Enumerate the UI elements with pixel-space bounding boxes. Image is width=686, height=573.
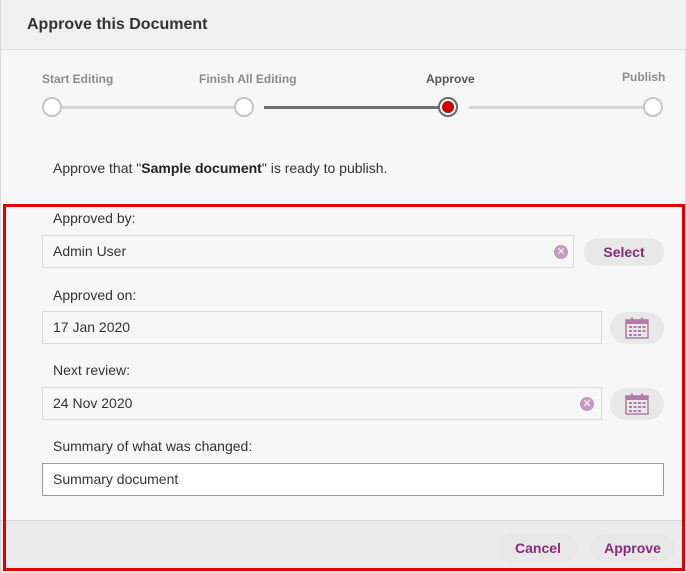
intro-prefix: Approve that ": [53, 160, 142, 176]
step-connector-2: [264, 106, 440, 109]
step-label-approve: Approve: [426, 72, 475, 86]
step-label-finish-all-editing: Finish All Editing: [199, 72, 297, 86]
approve-dialog: Approve this Document Start Editing Fini…: [0, 0, 686, 573]
step-label-publish: Publish: [622, 70, 666, 84]
step-marker-approve: [438, 97, 458, 117]
step-marker-start-editing: [42, 97, 62, 117]
step-marker-publish: [643, 97, 663, 117]
highlight-frame: [3, 204, 685, 571]
document-name: Sample document: [141, 160, 262, 176]
workflow-stepper: Start Editing Finish All Editing Approve…: [1, 50, 686, 130]
dialog-header: Approve this Document: [1, 0, 686, 50]
step-connector-3: [469, 106, 645, 109]
step-marker-finish-all-editing: [234, 97, 254, 117]
step-connector-1: [61, 106, 235, 109]
dialog-title: Approve this Document: [27, 16, 208, 33]
intro-suffix: " is ready to publish.: [261, 160, 388, 176]
approval-intro: Approve that "Sample document" is ready …: [53, 160, 387, 176]
step-label-start-editing: Start Editing: [42, 72, 114, 86]
